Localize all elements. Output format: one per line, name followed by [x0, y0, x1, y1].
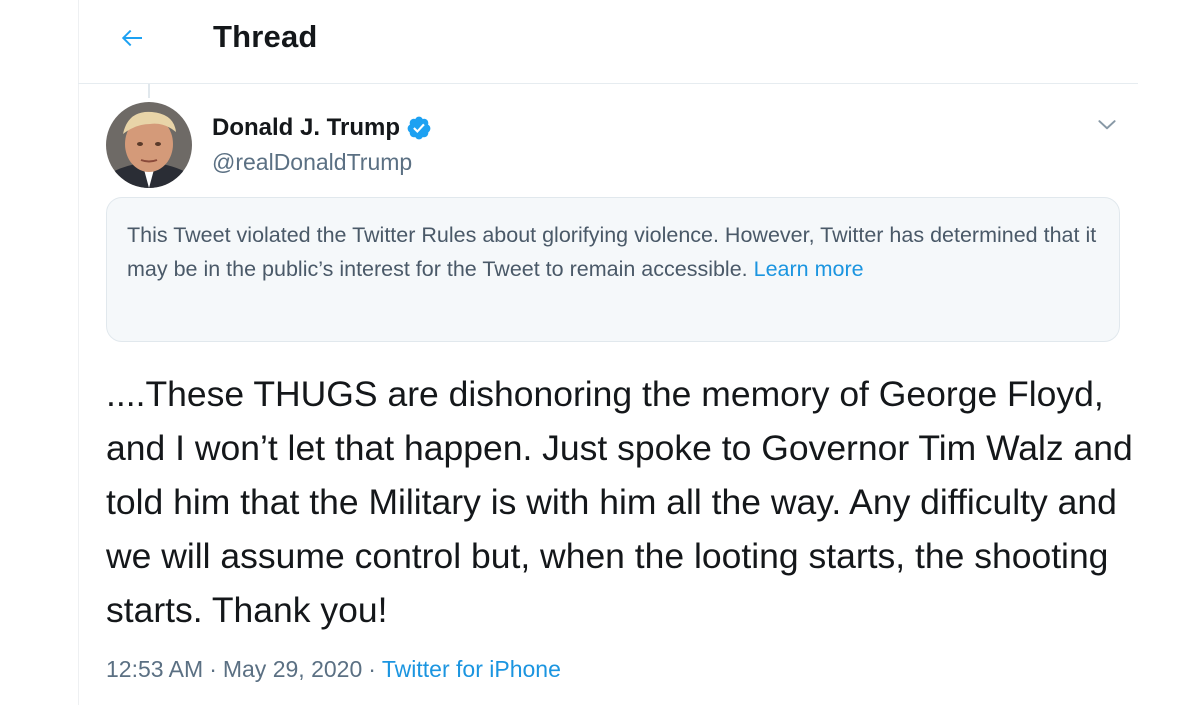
- notice-text: This Tweet violated the Twitter Rules ab…: [127, 223, 1097, 281]
- page-title: Thread: [213, 19, 318, 54]
- rules-violation-notice: This Tweet violated the Twitter Rules ab…: [106, 197, 1120, 342]
- learn-more-link[interactable]: Learn more: [754, 257, 864, 281]
- tweet-text: ....These THUGS are dishonoring the memo…: [106, 374, 1133, 630]
- author-handle[interactable]: @realDonaldTrump: [212, 149, 412, 176]
- thread-connector: [148, 84, 150, 98]
- tweet-metadata: 12:53 AM · May 29, 2020 · Twitter for iP…: [106, 656, 561, 683]
- notice-paragraph: This Tweet violated the Twitter Rules ab…: [127, 218, 1099, 286]
- tweet-source-link[interactable]: Twitter for iPhone: [382, 656, 561, 683]
- thread-header: Thread: [78, 0, 1138, 84]
- author-name-row: Donald J. Trump: [212, 114, 432, 142]
- tweet-time[interactable]: 12:53 AM: [106, 656, 203, 683]
- verified-badge-icon: [407, 116, 431, 140]
- column-border: [78, 0, 79, 705]
- meta-separator: ·: [368, 656, 376, 682]
- avatar-image: [106, 102, 192, 188]
- author-display-name[interactable]: Donald J. Trump: [212, 114, 400, 142]
- back-button[interactable]: [112, 18, 152, 58]
- arrow-left-icon: [121, 29, 142, 47]
- meta-separator: ·: [209, 656, 217, 682]
- avatar[interactable]: [106, 102, 192, 188]
- chevron-down-icon[interactable]: [1094, 112, 1120, 138]
- tweet-date[interactable]: May 29, 2020: [223, 656, 362, 683]
